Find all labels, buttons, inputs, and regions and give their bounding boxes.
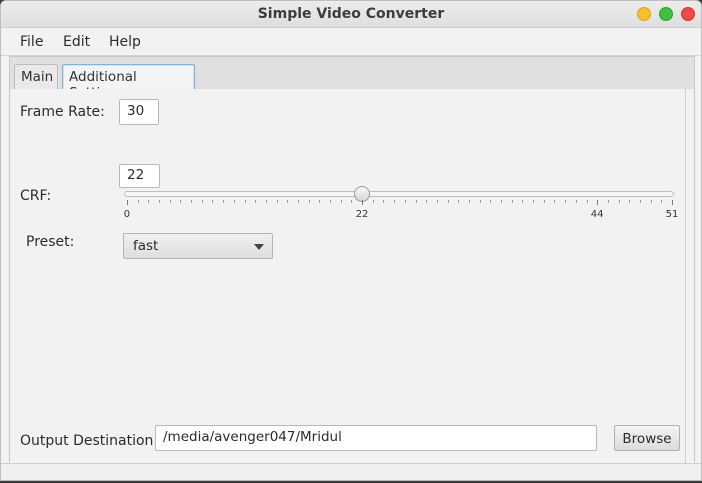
crf-tick-mark <box>468 200 470 203</box>
crf-tick-label-22: 22 <box>355 209 369 220</box>
crf-tick-label-0: 0 <box>123 209 131 220</box>
crf-tick-mark <box>661 200 663 203</box>
app-window: Simple Video Converter File Edit Help Ma… <box>0 0 702 481</box>
tab-main[interactable]: Main <box>14 64 58 90</box>
preset-selected-value: fast <box>133 238 159 254</box>
crf-tick-mark <box>351 200 353 203</box>
browse-button[interactable]: Browse <box>614 425 680 451</box>
crf-tick-mark <box>672 200 673 205</box>
crf-tick-mark <box>191 200 193 203</box>
menu-bar: File Edit Help <box>1 28 701 56</box>
crf-tick-mark <box>308 200 310 203</box>
additional-settings-panel <box>9 89 695 463</box>
crf-label: CRF: <box>20 188 52 204</box>
crf-tick-mark <box>607 200 609 203</box>
window-title: Simple Video Converter <box>257 6 445 22</box>
crf-tick-mark <box>639 200 641 203</box>
crf-tick-mark <box>372 200 374 203</box>
crf-tick-mark <box>554 200 556 203</box>
crf-tick-mark <box>436 200 438 203</box>
maximize-button[interactable] <box>659 7 673 21</box>
crf-tick-mark <box>586 200 588 203</box>
crf-tick-mark <box>447 200 449 203</box>
crf-tick-mark <box>629 200 631 203</box>
status-strip <box>1 463 701 480</box>
crf-tick-mark <box>362 200 364 205</box>
crf-tick-mark <box>159 200 161 203</box>
output-destination-field[interactable]: /media/avenger047/Mridul <box>155 425 597 451</box>
crf-tick-mark <box>287 200 289 203</box>
crf-tick-label-44: 44 <box>590 209 604 220</box>
crf-tick-mark <box>127 200 128 205</box>
crf-tick-mark <box>490 200 492 203</box>
frame-rate-field[interactable]: 30 <box>119 99 159 125</box>
crf-tick-mark <box>244 200 246 203</box>
crf-tick-mark <box>543 200 545 203</box>
tab-strip: Main Additional Settings <box>9 56 695 101</box>
crf-tick-mark <box>522 200 524 203</box>
crf-tick-mark <box>265 200 267 203</box>
crf-tick-mark <box>233 200 235 203</box>
crf-tick-mark <box>501 200 503 203</box>
preset-label: Preset: <box>26 234 75 250</box>
crf-tick-mark <box>255 200 257 203</box>
output-destination-label: Output Destination: <box>20 433 159 449</box>
crf-slider-ticks <box>127 200 674 206</box>
crf-slider-track[interactable] <box>124 191 674 197</box>
crf-tick-mark <box>618 200 620 203</box>
crf-tick-mark <box>212 200 214 203</box>
crf-tick-mark <box>415 200 417 203</box>
crf-tick-mark <box>297 200 299 203</box>
menu-edit[interactable]: Edit <box>63 34 90 50</box>
crf-tick-mark <box>404 200 406 203</box>
chevron-down-icon <box>254 244 264 250</box>
crf-tick-mark <box>426 200 428 203</box>
crf-tick-mark <box>169 200 171 203</box>
panel-divider <box>685 89 686 463</box>
crf-tick-mark <box>180 200 182 203</box>
crf-tick-mark <box>223 200 225 203</box>
crf-tick-mark <box>340 200 342 203</box>
preset-dropdown[interactable]: fast <box>123 233 273 259</box>
frame-rate-label: Frame Rate: <box>20 104 105 120</box>
crf-tick-mark <box>394 200 396 203</box>
crf-tick-mark <box>458 200 460 203</box>
crf-tick-mark <box>479 200 481 203</box>
crf-tick-mark <box>511 200 513 203</box>
crf-tick-mark <box>575 200 577 203</box>
title-bar[interactable]: Simple Video Converter <box>1 1 701 28</box>
minimize-button[interactable] <box>637 7 651 21</box>
menu-file[interactable]: File <box>20 34 43 50</box>
crf-tick-mark <box>148 200 150 203</box>
crf-tick-mark <box>650 200 652 203</box>
crf-tick-mark <box>597 200 599 205</box>
crf-tick-mark <box>330 200 332 203</box>
crf-tick-mark <box>201 200 203 203</box>
crf-tick-mark <box>533 200 535 203</box>
crf-value-field[interactable]: 22 <box>119 164 160 188</box>
crf-tick-mark <box>565 200 567 203</box>
crf-tick-mark <box>137 200 139 203</box>
close-button[interactable] <box>681 7 695 21</box>
menu-help[interactable]: Help <box>109 34 141 50</box>
crf-tick-label-51: 51 <box>665 209 679 220</box>
tab-additional-settings[interactable]: Additional Settings <box>62 64 195 101</box>
crf-tick-mark <box>276 200 278 203</box>
crf-tick-mark <box>319 200 321 203</box>
crf-tick-mark <box>383 200 385 203</box>
